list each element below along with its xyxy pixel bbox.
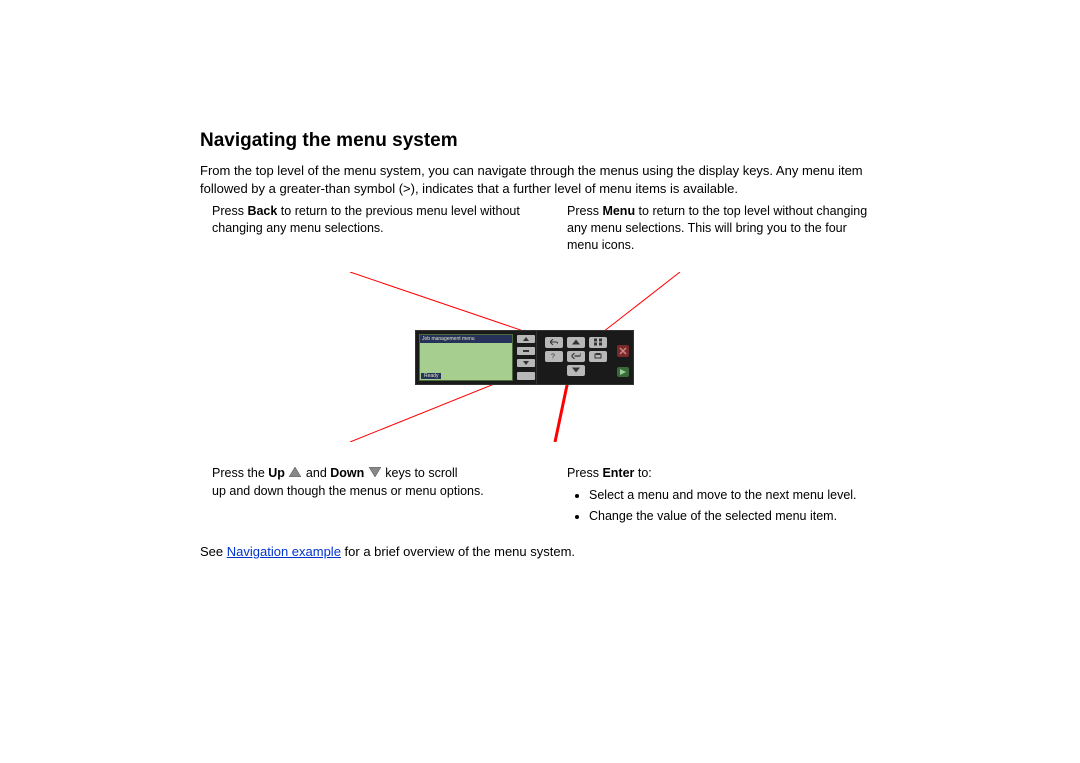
menu-button-icon [589, 337, 607, 348]
lcd-screen: Job management menu Ready [419, 334, 513, 381]
navigation-example-link[interactable]: Navigation example [227, 544, 341, 559]
softkey-dash-icon [517, 347, 535, 355]
go-button-icon [617, 367, 629, 377]
footer-see-also: See Navigation example for a brief overv… [200, 544, 880, 559]
lcd-title: Job management menu [420, 335, 512, 343]
softkey-column [516, 331, 537, 384]
list-item: Select a menu and move to the next menu … [589, 486, 880, 504]
up-triangle-icon [289, 467, 301, 477]
enter-bullet-list: Select a menu and move to the next menu … [567, 486, 880, 525]
control-panel-diagram: Job management menu Ready ? [200, 272, 880, 442]
down-button-icon [567, 365, 585, 376]
up-button-icon [567, 337, 585, 348]
softkey-blank [517, 372, 535, 380]
enter-button-icon [567, 351, 585, 362]
softkey-up-icon [517, 335, 535, 343]
callout-updown: Press the Up and Down keys to scroll up … [212, 464, 525, 528]
intro-paragraph: From the top level of the menu system, y… [200, 162, 880, 197]
print-button-icon [589, 351, 607, 362]
callout-enter: Press Enter to: Select a menu and move t… [567, 464, 880, 528]
softkey-down-icon [517, 359, 535, 367]
callout-back: Press Back to return to the previous men… [212, 203, 525, 254]
help-button-icon: ? [545, 351, 563, 362]
svg-text:?: ? [551, 354, 555, 360]
stop-button-icon [617, 345, 629, 357]
down-triangle-icon [369, 467, 381, 477]
callout-menu: Press Menu to return to the top level wi… [567, 203, 880, 254]
lcd-ready: Ready [421, 373, 441, 379]
back-button-icon [545, 337, 563, 348]
list-item: Change the value of the selected menu it… [589, 507, 880, 525]
button-cluster: ? [537, 331, 633, 384]
page-title: Navigating the menu system [200, 130, 880, 152]
